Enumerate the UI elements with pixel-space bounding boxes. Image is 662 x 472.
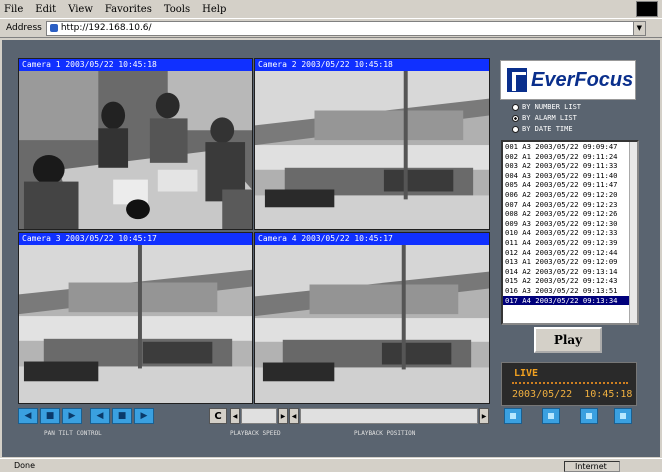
channel-2-button[interactable] xyxy=(542,408,560,424)
zoom-stop-button[interactable]: ■ xyxy=(112,408,132,424)
camera-3-view[interactable]: Camera 3 2003/05/22 10:45:17 xyxy=(18,232,253,404)
status-panel: LIVE 2003/05/22 10:45:18 xyxy=(501,362,637,406)
playback-position-slider[interactable] xyxy=(300,408,478,424)
zoom-out-button[interactable]: ◀ xyxy=(90,408,110,424)
camera-4-image xyxy=(255,245,489,403)
event-list-item[interactable]: 015 A2 2003/05/22 09:12:43 xyxy=(503,276,637,286)
address-dropdown-icon[interactable]: ▼ xyxy=(632,21,645,35)
position-right-arrow-icon[interactable]: ▶ xyxy=(479,408,489,424)
browser-status-bar: Done Internet xyxy=(0,458,662,472)
event-list-item[interactable]: 010 A4 2003/05/22 09:12:33 xyxy=(503,228,637,238)
menu-file[interactable]: File xyxy=(4,4,23,15)
stop-button[interactable]: ■ xyxy=(40,408,60,424)
option-by-alarm-label: BY ALARM LIST xyxy=(522,114,577,122)
option-by-date-label: BY DATE TIME xyxy=(522,125,573,133)
event-list-item[interactable]: 005 A4 2003/05/22 09:11:47 xyxy=(503,180,637,190)
option-by-number-label: BY NUMBER LIST xyxy=(522,103,582,111)
pan-tilt-label: PAN TILT CONTROL xyxy=(44,430,102,437)
camera-1-view[interactable]: Camera 1 2003/05/22 10:45:18 xyxy=(18,58,253,230)
zoom-in-button[interactable]: ▶ xyxy=(134,408,154,424)
option-by-number[interactable]: BY NUMBER LIST xyxy=(512,103,581,111)
event-list-item[interactable]: 004 A3 2003/05/22 09:11:40 xyxy=(503,171,637,181)
clear-button[interactable]: C xyxy=(209,408,227,424)
event-list-scrollbar[interactable] xyxy=(629,142,637,323)
pan-left-button[interactable]: ◀ xyxy=(18,408,38,424)
page-icon xyxy=(49,24,58,32)
camera-4-view[interactable]: Camera 4 2003/05/22 10:45:17 xyxy=(254,232,490,404)
dvr-viewer: Camera 1 2003/05/22 10:45:18 Camera 2 20… xyxy=(2,40,660,457)
address-label: Address xyxy=(6,23,42,33)
status-datetime: 2003/05/22 10:45:18 xyxy=(512,389,632,400)
status-time: 10:45:18 xyxy=(584,389,633,400)
camera-3-title: Camera 3 2003/05/22 10:45:17 xyxy=(19,233,252,245)
event-list[interactable]: 001 A3 2003/05/22 09:09:47 002 A1 2003/05… xyxy=(501,140,639,325)
menu-edit[interactable]: Edit xyxy=(35,4,56,15)
event-list-item[interactable]: 014 A2 2003/05/22 09:13:14 xyxy=(503,267,637,277)
menu-tools[interactable]: Tools xyxy=(164,4,190,15)
camera-2-image xyxy=(255,71,489,229)
menu-view[interactable]: View xyxy=(68,4,93,15)
playback-speed-label: PLAYBACK SPEED xyxy=(230,430,281,437)
event-list-item[interactable]: 016 A3 2003/05/22 09:13:51 xyxy=(503,286,637,296)
event-list-item[interactable]: 013 A1 2003/05/22 09:12:09 xyxy=(503,257,637,267)
event-list-item[interactable]: 011 A4 2003/05/22 09:12:39 xyxy=(503,238,637,248)
address-bar: Address http://192.168.10.6/ ▼ xyxy=(0,18,662,38)
camera-4-title: Camera 4 2003/05/22 10:45:17 xyxy=(255,233,489,245)
channel-4-button[interactable] xyxy=(614,408,632,424)
channel-1-button[interactable] xyxy=(504,408,522,424)
address-value: http://192.168.10.6/ xyxy=(60,23,152,33)
menu-favorites[interactable]: Favorites xyxy=(105,4,152,15)
brand-name: EverFocus xyxy=(531,68,634,91)
status-date: 2003/05/22 xyxy=(512,389,573,400)
event-list-item[interactable]: 008 A2 2003/05/22 09:12:26 xyxy=(503,209,637,219)
option-by-date[interactable]: BY DATE TIME xyxy=(512,125,573,133)
playback-position-label: PLAYBACK POSITION xyxy=(354,430,416,437)
channel-3-button[interactable] xyxy=(580,408,598,424)
camera-2-title: Camera 2 2003/05/22 10:45:18 xyxy=(255,59,489,71)
everfocus-logo: EverFocus xyxy=(500,60,636,100)
menu-help[interactable]: Help xyxy=(202,4,226,15)
status-done: Done xyxy=(14,461,36,470)
event-list-item[interactable]: 007 A4 2003/05/22 09:12:23 xyxy=(503,200,637,210)
radio-icon[interactable] xyxy=(512,125,519,133)
windows-logo-icon xyxy=(636,1,658,17)
radio-selected-icon[interactable] xyxy=(512,114,519,122)
option-by-alarm[interactable]: BY ALARM LIST xyxy=(512,114,577,122)
position-left-arrow-icon[interactable]: ◀ xyxy=(289,408,299,424)
play-button[interactable]: Play xyxy=(534,327,602,353)
event-list-item[interactable]: 001 A3 2003/05/22 09:09:47 xyxy=(503,142,637,152)
radio-icon[interactable] xyxy=(512,103,519,111)
menu-bar: File Edit View Favorites Tools Help xyxy=(0,0,662,18)
event-list-item[interactable]: 006 A2 2003/05/22 09:12:20 xyxy=(503,190,637,200)
event-list-item[interactable]: 012 A4 2003/05/22 09:12:44 xyxy=(503,248,637,258)
browser-window: File Edit View Favorites Tools Help Addr… xyxy=(0,0,662,472)
camera-1-image xyxy=(19,71,252,229)
status-divider xyxy=(512,382,628,384)
camera-3-image xyxy=(19,245,252,403)
mode-indicator: LIVE xyxy=(514,368,539,379)
event-list-item[interactable]: 002 A1 2003/05/22 09:11:24 xyxy=(503,152,637,162)
speed-right-arrow-icon[interactable]: ▶ xyxy=(278,408,288,424)
playback-speed-slider[interactable] xyxy=(241,408,277,424)
event-list-item[interactable]: 003 A2 2003/05/22 09:11:33 xyxy=(503,161,637,171)
address-input[interactable]: http://192.168.10.6/ ▼ xyxy=(45,20,646,36)
speed-left-arrow-icon[interactable]: ◀ xyxy=(230,408,240,424)
zone-indicator: Internet xyxy=(564,461,620,472)
event-list-item[interactable]: 017 A4 2003/05/22 09:13:34 xyxy=(503,295,637,306)
camera-1-title: Camera 1 2003/05/22 10:45:18 xyxy=(19,59,252,71)
pan-right-button[interactable]: ▶ xyxy=(62,408,82,424)
everfocus-logo-icon xyxy=(507,68,527,92)
camera-2-view[interactable]: Camera 2 2003/05/22 10:45:18 xyxy=(254,58,490,230)
event-list-item[interactable]: 009 A3 2003/05/22 09:12:30 xyxy=(503,219,637,229)
